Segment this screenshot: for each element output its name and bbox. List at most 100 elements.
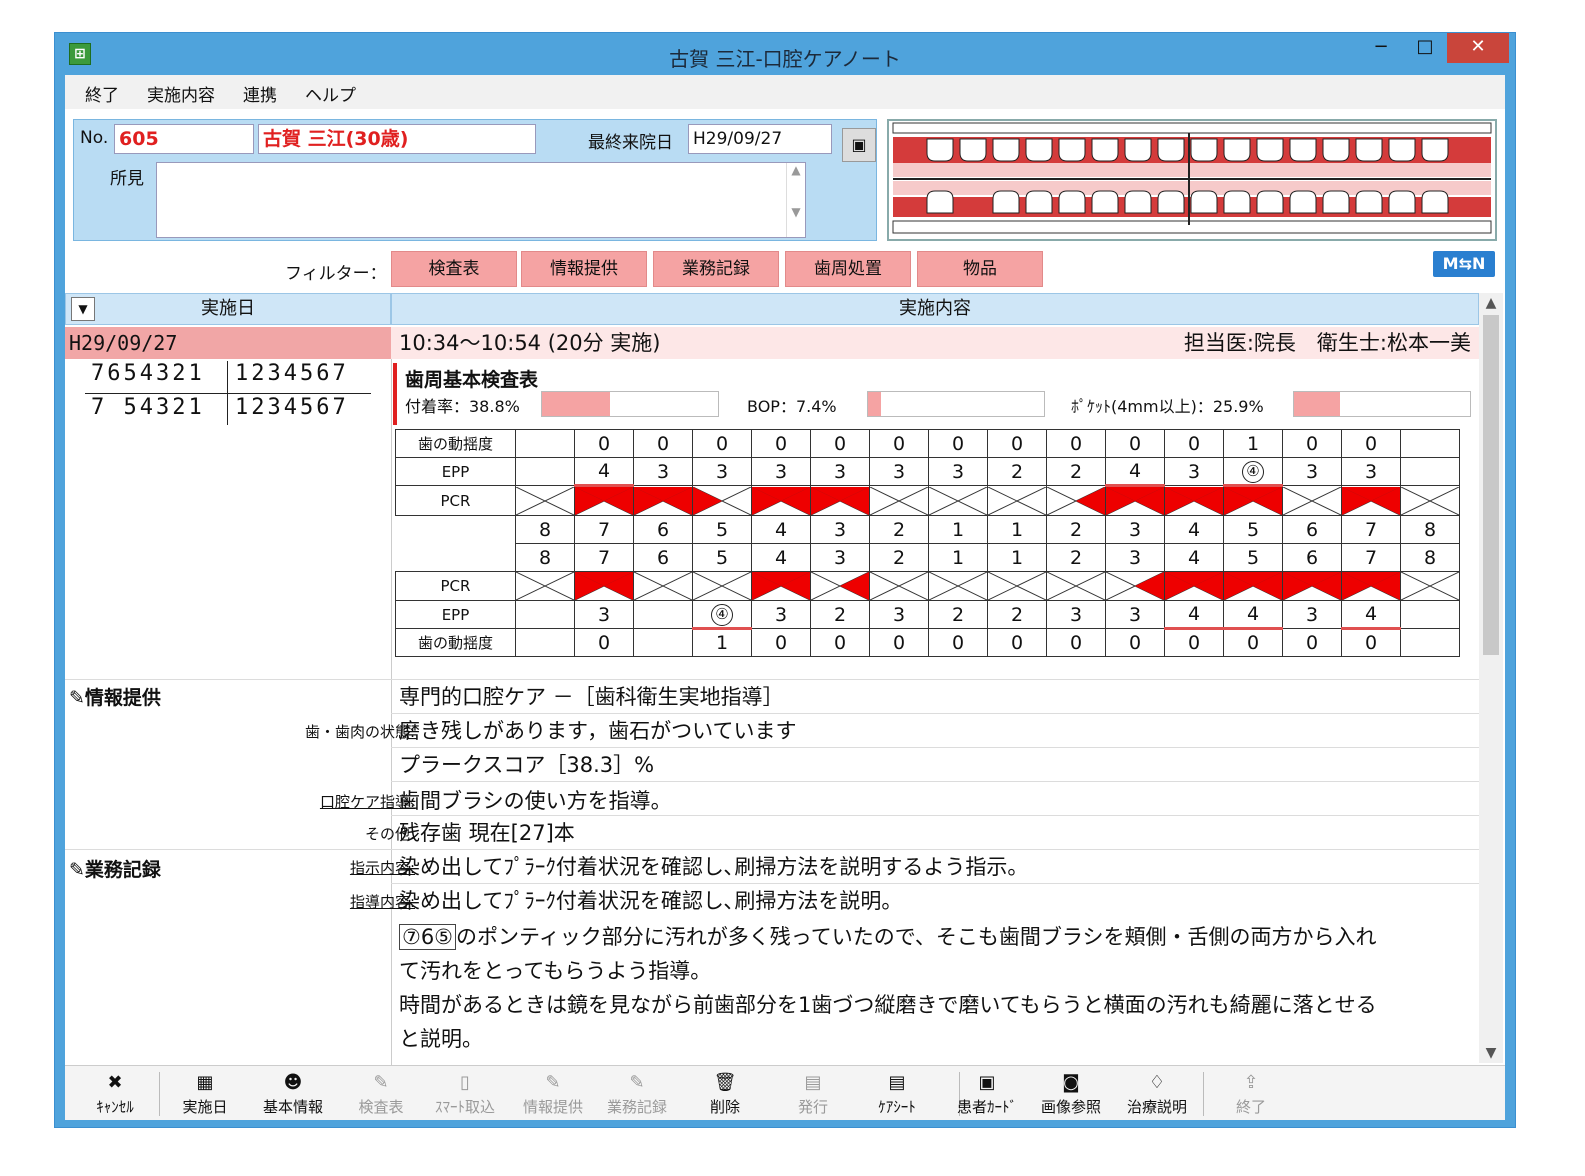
pcr-cell[interactable] — [1341, 571, 1401, 601]
pcr-cell[interactable] — [928, 571, 988, 601]
toolbar-button-7[interactable]: 🗑 削除 — [689, 1068, 761, 1120]
upper-tooth[interactable] — [1058, 138, 1086, 162]
tooth-number-cell[interactable]: 1 — [987, 515, 1047, 544]
toolbar-button-10[interactable]: ▣ 患者ｶｰﾄﾞ — [951, 1068, 1023, 1120]
tooth-number-cell[interactable]: 7 — [574, 543, 634, 572]
epp-cell[interactable]: 3 — [574, 600, 634, 629]
dental-chart[interactable] — [887, 119, 1497, 241]
pcr-cell[interactable] — [574, 485, 634, 516]
last-visit-field[interactable]: H29/09/27 — [688, 124, 832, 154]
pcr-cell[interactable] — [692, 485, 752, 516]
filter-items-button[interactable]: 物品 — [917, 251, 1043, 287]
menu-exit[interactable]: 終了 — [85, 81, 119, 106]
tooth-number-cell[interactable]: 4 — [751, 515, 811, 544]
lower-tooth[interactable] — [1091, 190, 1119, 214]
tooth-number-cell[interactable]: 7 — [1341, 543, 1401, 572]
lower-tooth[interactable] — [1289, 190, 1317, 214]
lower-tooth[interactable] — [1322, 190, 1350, 214]
pcr-cell[interactable] — [633, 485, 693, 516]
tooth-number-cell[interactable]: 8 — [1400, 543, 1460, 572]
mobility-cell[interactable]: 0 — [987, 628, 1047, 657]
epp-cell[interactable]: ④ — [692, 600, 752, 630]
mobility-cell[interactable]: 0 — [1046, 628, 1106, 657]
scroll-down-icon[interactable]: ▼ — [1479, 1045, 1503, 1061]
mobility-cell[interactable]: 1 — [1223, 429, 1283, 458]
mobility-cell[interactable]: 0 — [869, 429, 929, 458]
epp-cell[interactable]: 3 — [869, 457, 929, 486]
tooth-number-cell[interactable]: 2 — [1046, 515, 1106, 544]
pcr-cell[interactable] — [1046, 571, 1106, 601]
pcr-cell[interactable] — [515, 571, 575, 601]
epp-cell[interactable]: 3 — [928, 457, 988, 486]
pcr-cell[interactable] — [1400, 485, 1460, 516]
close-button[interactable]: ✕ — [1447, 33, 1509, 63]
findings-scrollbar[interactable]: ▲ ▼ — [786, 163, 805, 237]
mobility-cell[interactable] — [633, 628, 693, 657]
toolbar-button-6[interactable]: ✎ 業務記録 — [601, 1068, 673, 1120]
epp-cell[interactable] — [515, 457, 575, 486]
mobility-cell[interactable]: 0 — [987, 429, 1047, 458]
epp-cell[interactable]: 3 — [633, 457, 693, 486]
upper-tooth[interactable] — [959, 138, 987, 162]
tooth-number-cell[interactable]: 6 — [1282, 515, 1342, 544]
pcr-cell[interactable] — [987, 485, 1047, 516]
epp-cell[interactable] — [1400, 457, 1460, 486]
epp-cell[interactable] — [1400, 600, 1460, 629]
scroll-thumb[interactable] — [1483, 315, 1499, 655]
pcr-cell[interactable] — [1400, 571, 1460, 601]
pcr-cell[interactable] — [1046, 485, 1106, 516]
tooth-number-cell[interactable]: 4 — [1164, 543, 1224, 572]
record-header-row[interactable]: H29/09/27 10:34～10:54 (20分 実施) 担当医:院長 衛生… — [65, 327, 1479, 359]
filter-exam-button[interactable]: 検査表 — [391, 251, 517, 287]
upper-tooth[interactable] — [1289, 138, 1317, 162]
toolbar-button-12[interactable]: ♢ 治療説明 — [1121, 1068, 1193, 1120]
lower-tooth[interactable] — [1157, 190, 1185, 214]
tooth-number-cell[interactable]: 8 — [1400, 515, 1460, 544]
tooth-number-cell[interactable]: 3 — [810, 543, 870, 572]
filter-info-button[interactable]: 情報提供 — [521, 251, 647, 287]
epp-cell[interactable]: 2 — [928, 600, 988, 629]
mobility-cell[interactable]: 0 — [1164, 429, 1224, 458]
pcr-cell[interactable] — [1282, 571, 1342, 601]
upper-tooth[interactable] — [1322, 138, 1350, 162]
tooth-number-cell[interactable]: 6 — [1282, 543, 1342, 572]
tooth-number-cell[interactable]: 5 — [692, 515, 752, 544]
tooth-number-cell[interactable]: 4 — [1164, 515, 1224, 544]
date-column-header[interactable]: 実施日 — [65, 293, 391, 325]
mobility-cell[interactable] — [1400, 628, 1460, 657]
minimize-button[interactable]: − — [1359, 33, 1403, 63]
epp-cell[interactable]: 3 — [1105, 600, 1165, 629]
epp-cell[interactable]: 4 — [1341, 600, 1401, 630]
epp-cell[interactable]: 3 — [1164, 457, 1224, 486]
upper-tooth[interactable] — [1355, 138, 1383, 162]
lower-tooth[interactable] — [1058, 190, 1086, 214]
tooth-number-cell[interactable]: 2 — [869, 515, 929, 544]
toolbar-button-4[interactable]: ▯ ｽﾏｰﾄ取込 — [429, 1068, 501, 1120]
menu-help[interactable]: ヘルプ — [305, 81, 356, 106]
tooth-number-cell[interactable]: 5 — [692, 543, 752, 572]
toolbar-button-13[interactable]: ⇪ 終了 — [1215, 1068, 1287, 1120]
pcr-cell[interactable] — [928, 485, 988, 516]
pcr-cell[interactable] — [810, 571, 870, 601]
upper-tooth[interactable] — [1091, 138, 1119, 162]
epp-cell[interactable]: 3 — [692, 457, 752, 486]
mobility-cell[interactable]: 0 — [810, 628, 870, 657]
pcr-cell[interactable] — [987, 571, 1047, 601]
tooth-number-cell[interactable]: 3 — [1105, 543, 1165, 572]
tooth-number-cell[interactable]: 4 — [751, 543, 811, 572]
epp-cell[interactable]: 3 — [1282, 600, 1342, 629]
pcr-cell[interactable] — [1164, 571, 1224, 601]
mobility-cell[interactable]: 1 — [692, 628, 752, 657]
epp-cell[interactable]: 3 — [869, 600, 929, 629]
mobility-cell[interactable]: 0 — [1341, 429, 1401, 458]
tooth-number-cell[interactable]: 1 — [987, 543, 1047, 572]
scroll-up-icon[interactable]: ▲ — [1479, 295, 1503, 311]
pcr-cell[interactable] — [1105, 571, 1165, 601]
upper-tooth[interactable] — [1025, 138, 1053, 162]
mobility-cell[interactable] — [515, 628, 575, 657]
upper-tooth[interactable] — [992, 138, 1020, 162]
tooth-number-cell[interactable]: 6 — [633, 515, 693, 544]
pcr-cell[interactable] — [751, 485, 811, 516]
epp-cell[interactable]: 4 — [1223, 600, 1283, 630]
mobility-cell[interactable]: 0 — [751, 628, 811, 657]
